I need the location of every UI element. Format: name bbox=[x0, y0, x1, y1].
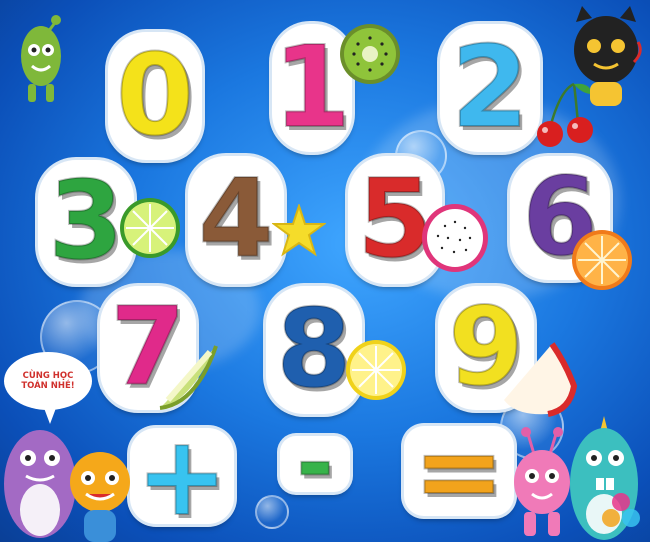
number-0: 0 bbox=[115, 31, 195, 161]
number-tile-0[interactable]: 0 bbox=[108, 32, 202, 160]
operator-tile-equals[interactable]: = bbox=[404, 415, 514, 527]
orange-slice-icon bbox=[572, 230, 632, 290]
speech-bubble: CÙNG HỌC TOÁN NHÉ! bbox=[4, 352, 92, 424]
kiwi-slice-icon bbox=[340, 24, 400, 84]
lemon-slice-icon bbox=[346, 340, 406, 400]
lime-slice-icon bbox=[120, 198, 180, 258]
brand-logo bbox=[602, 493, 640, 527]
apple-slice-icon bbox=[504, 342, 578, 417]
minus-sign: - bbox=[295, 411, 334, 516]
plus-sign: + bbox=[135, 412, 229, 540]
orange-monster-icon bbox=[70, 452, 130, 542]
dragon-fruit-icon bbox=[422, 204, 488, 272]
black-cat-monster-icon bbox=[574, 6, 642, 106]
number-2: 2 bbox=[450, 23, 530, 153]
starfruit-icon bbox=[272, 204, 326, 257]
equals-sign: = bbox=[412, 407, 506, 535]
number-8: 8 bbox=[275, 287, 352, 412]
number-3: 3 bbox=[47, 159, 124, 284]
number-4: 4 bbox=[197, 157, 274, 282]
number-tile-2[interactable]: 2 bbox=[440, 24, 540, 152]
melon-slice-icon bbox=[159, 345, 218, 410]
operator-tile-minus[interactable]: - bbox=[280, 418, 350, 510]
operator-tile-plus[interactable]: + bbox=[130, 420, 234, 532]
bubble bbox=[255, 495, 289, 529]
puzzle-board: 0 1 2 3 4 5 6 7 8 9 + - = CÙNG HỌC TOÁN … bbox=[0, 0, 650, 542]
speech-bubble-text: CÙNG HỌC TOÁN NHÉ! bbox=[21, 371, 75, 391]
number-tile-4[interactable]: 4 bbox=[188, 156, 284, 284]
pink-monster-icon bbox=[514, 427, 570, 536]
green-monster-icon bbox=[21, 15, 61, 102]
